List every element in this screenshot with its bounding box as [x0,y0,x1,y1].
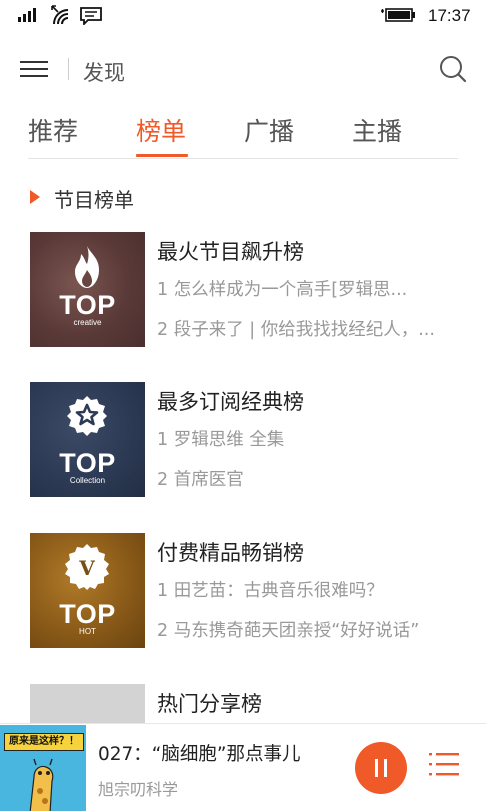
cover-sub-label: creative [73,318,102,327]
tab-hosts[interactable]: 主播 [352,112,402,148]
chart-entry-1: 1 怎么样成为一个高手[罗辑思... [157,280,408,300]
chart-list-item-paid[interactable]: V TOP HOT 付费精品畅销榜 1 田艺苗：古典音乐很难吗？ 2 马东携奇葩… [0,533,486,651]
cover-top-label: TOP [59,290,116,320]
chart-entry-2: 2 马东携奇葩天团亲授“好好说话” [157,621,420,641]
chart-entry-2: 2 段子来了 | 你给我找找经纪人，... [157,320,435,340]
v-badge-icon: V [65,544,109,590]
now-playing-artwork[interactable]: 原来是这样？！ [0,725,86,811]
cover-top-label: TOP [59,599,116,629]
pause-icon [384,759,387,777]
chart-entry-1: 1 罗辑思维 全集 [157,430,285,450]
now-playing-title: 027：“脑细胞”那点事儿 [98,744,301,765]
cover-sub-label: HOT [79,627,96,636]
hamburger-menu-icon[interactable] [20,58,50,80]
chart-list-item-subscribed[interactable]: TOP Collection 最多订阅经典榜 1 罗辑思维 全集 2 首席医官 [0,382,486,500]
chart-title: 付费精品畅销榜 [157,541,304,565]
chart-title: 最多订阅经典榜 [157,390,304,414]
tab-bar: 推荐 榜单 广播 主播 [0,112,486,158]
cover-sub-label: Collection [69,476,106,485]
chart-cover-subscribed: TOP Collection [30,382,145,497]
chart-list-item-hot[interactable]: TOP creative 最火节目飙升榜 1 怎么样成为一个高手[罗辑思... … [0,232,486,350]
status-bar: 17:37 [0,0,486,32]
chart-cover-hot: TOP creative [30,232,145,347]
chart-title: 热门分享榜 [157,692,262,716]
tab-recommend[interactable]: 推荐 [28,112,78,148]
signal-strength-icon [18,8,36,22]
pause-icon [375,759,378,777]
tab-broadcast[interactable]: 广播 [244,112,294,148]
artwork-caption: 原来是这样？！ [4,733,84,751]
svg-text:V: V [78,556,95,580]
battery-charging-icon [381,8,415,22]
section-arrow-icon [30,190,40,204]
active-tab-indicator [136,154,188,157]
page-title: 发现 [83,61,125,85]
tab-divider [28,158,458,159]
chart-entry-1: 1 田艺苗：古典音乐很难吗？ [157,581,384,601]
playlist-icon[interactable] [428,750,460,780]
giraffe-illustration-icon [29,758,54,811]
chart-cover-paid: V TOP HOT [30,533,145,648]
message-icon [80,7,102,25]
star-badge-icon [67,396,107,436]
cover-top-label: TOP [59,448,116,478]
mini-player: 原来是这样？！ 027：“脑细胞”那点事儿 旭宗叨科学 [0,723,486,811]
app-header: 发现 [0,48,486,92]
wifi-icon [51,5,69,25]
section-title: 节目榜单 [54,188,134,212]
tab-charts[interactable]: 榜单 [136,112,186,148]
search-icon[interactable] [438,54,468,84]
flame-icon [75,246,99,288]
header-divider [68,58,69,80]
pause-button[interactable] [355,742,407,794]
chart-title: 最火节目飙升榜 [157,240,304,264]
chart-entry-2: 2 首席医官 [157,470,244,490]
status-time: 17:37 [428,6,471,25]
now-playing-author: 旭宗叨科学 [98,780,179,799]
